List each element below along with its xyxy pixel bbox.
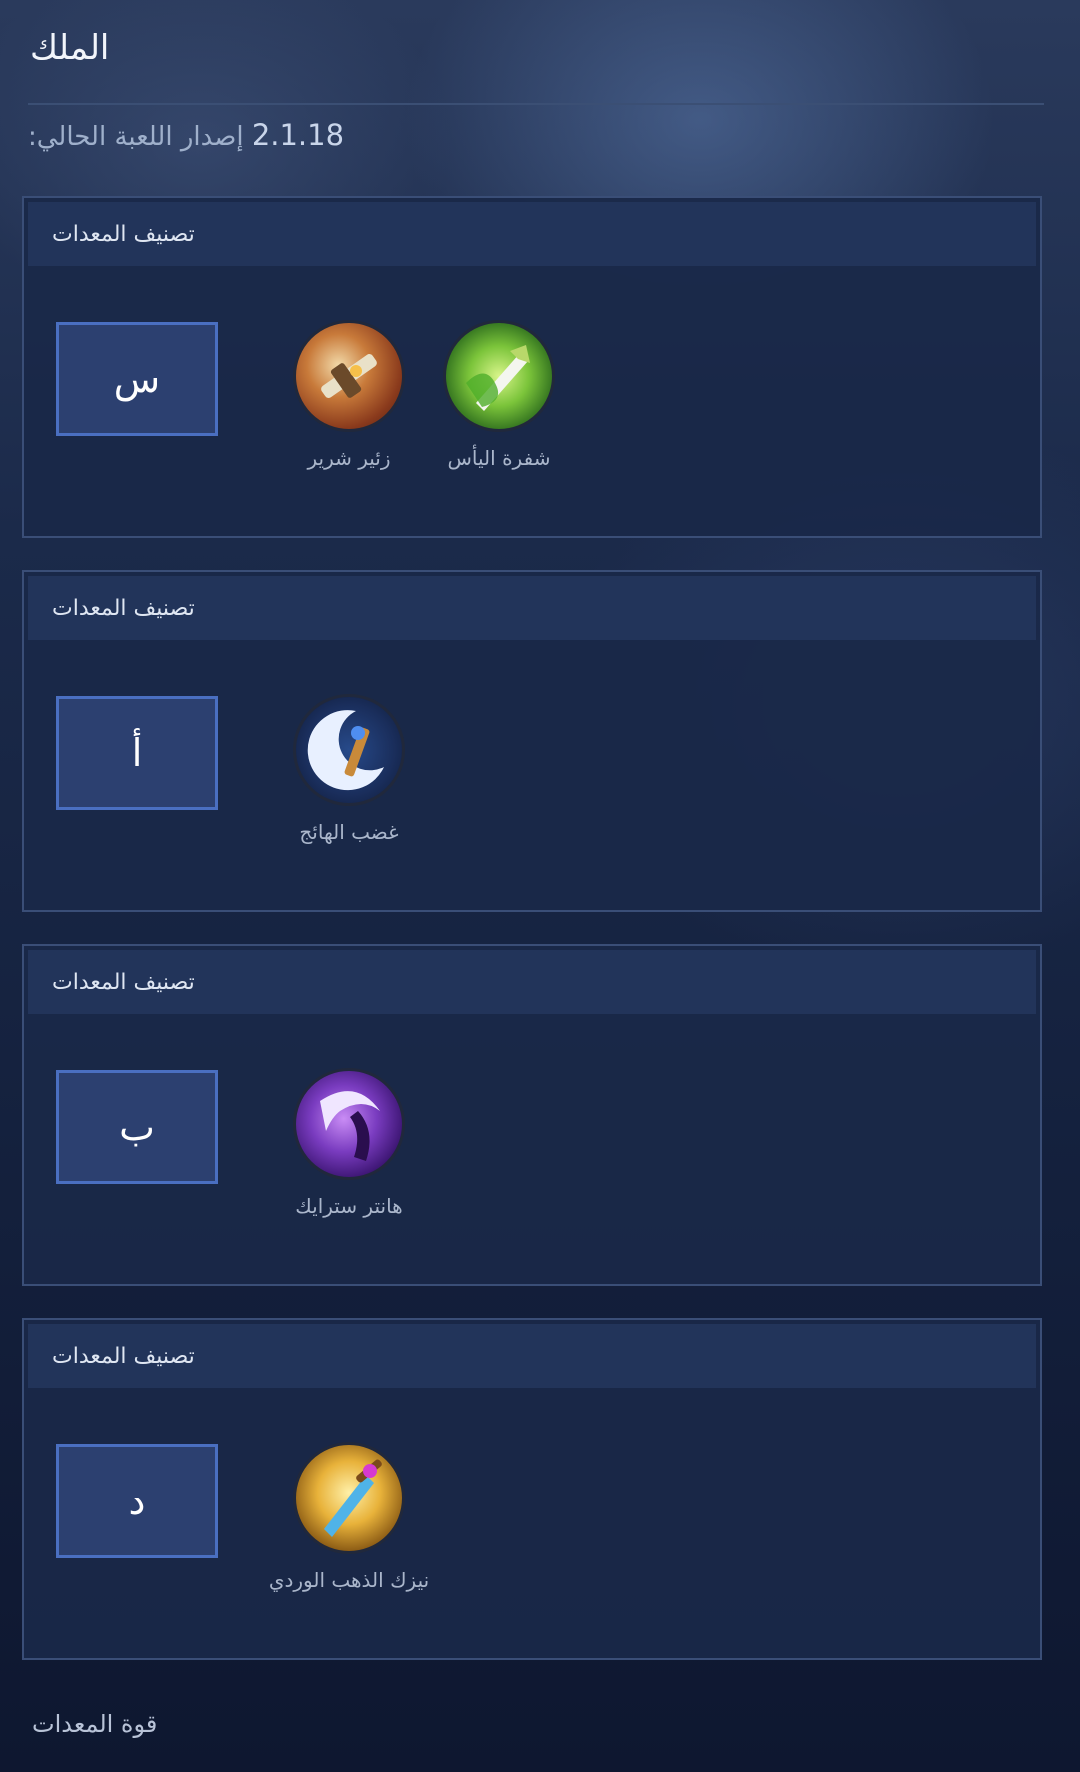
equipment-tier-card: تصنيف المعدات ب هانتر سترايك — [22, 944, 1042, 1286]
tier-badge: س — [56, 322, 218, 436]
equipment-item[interactable]: شفرة اليأس — [414, 320, 584, 470]
card-header: تصنيف المعدات — [28, 1324, 1036, 1388]
section-title-equipment-power: قوة المعدات — [32, 1710, 158, 1738]
equipment-item[interactable]: هانتر سترايك — [264, 1068, 434, 1218]
item-name: زئير شرير — [307, 446, 391, 470]
tier-badge: د — [56, 1444, 218, 1558]
equipment-tier-card: تصنيف المعدات أ غضب الهائج — [22, 570, 1042, 912]
green-blade-icon — [443, 320, 555, 432]
version-number: 2.1.18 — [251, 118, 345, 152]
item-name: غضب الهائج — [299, 820, 399, 844]
card-header: تصنيف المعدات — [28, 576, 1036, 640]
orange-gun-icon — [293, 320, 405, 432]
card-header-label: تصنيف المعدات — [52, 970, 195, 995]
card-header: تصنيف المعدات — [28, 202, 1036, 266]
blue-crescent-axe-icon — [293, 694, 405, 806]
card-header: تصنيف المعدات — [28, 950, 1036, 1014]
equipment-item[interactable]: غضب الهائج — [264, 694, 434, 844]
equipment-item[interactable]: نيزك الذهب الوردي — [264, 1442, 434, 1592]
card-header-label: تصنيف المعدات — [52, 222, 195, 247]
game-version: 2.1.18 إصدار اللعبة الحالي: — [28, 118, 344, 152]
title-divider — [28, 103, 1044, 105]
purple-scythe-icon — [293, 1068, 405, 1180]
equipment-tier-card: تصنيف المعدات س زئير شرير شفرة اليأس — [22, 196, 1042, 538]
card-header-label: تصنيف المعدات — [52, 1344, 195, 1369]
equipment-item[interactable]: زئير شرير — [264, 320, 434, 470]
tier-badge: ب — [56, 1070, 218, 1184]
item-name: هانتر سترايك — [295, 1194, 403, 1218]
page-title: الملك — [30, 28, 110, 68]
golden-sword-icon — [293, 1442, 405, 1554]
item-name: نيزك الذهب الوردي — [268, 1568, 430, 1592]
version-label: إصدار اللعبة الحالي: — [28, 122, 244, 152]
item-name: شفرة اليأس — [447, 446, 551, 470]
tier-badge: أ — [56, 696, 218, 810]
card-header-label: تصنيف المعدات — [52, 596, 195, 621]
equipment-tier-card: تصنيف المعدات د نيزك الذهب الوردي — [22, 1318, 1042, 1660]
